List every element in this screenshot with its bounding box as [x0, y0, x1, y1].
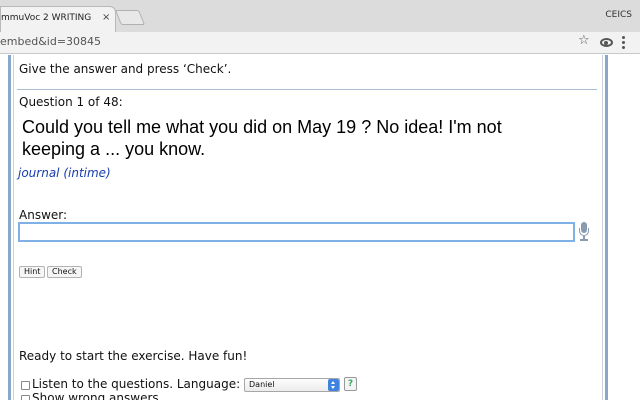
- tab-title: mmuVoc 2 WRITING: [1, 13, 92, 23]
- close-icon[interactable]: ×: [102, 12, 110, 23]
- separator: [17, 89, 597, 90]
- show-wrong-checkbox[interactable]: [21, 395, 30, 400]
- question-text: Could you tell me what you did on May 19…: [22, 117, 502, 159]
- menu-dots-icon[interactable]: [622, 36, 626, 51]
- listen-label: Listen to the questions. Language:: [32, 377, 241, 391]
- tab-strip: mmuVoc 2 WRITING × CEICS: [0, 0, 640, 32]
- status-text: Ready to start the exercise. Have fun!: [19, 349, 248, 363]
- browser-tab[interactable]: mmuVoc 2 WRITING ×: [0, 6, 116, 32]
- answer-input[interactable]: [18, 222, 575, 242]
- show-wrong-label: Show wrong answers: [32, 391, 159, 400]
- language-select[interactable]: Daniel: [244, 378, 340, 392]
- listen-checkbox[interactable]: [21, 381, 30, 390]
- frame-divider: [13, 55, 14, 400]
- help-icon[interactable]: ?: [344, 377, 357, 391]
- hint-text: journal (intime): [18, 166, 111, 180]
- eye-icon[interactable]: [600, 38, 613, 47]
- url-text[interactable]: embed&id=30845: [0, 35, 101, 48]
- new-tab-button[interactable]: [114, 10, 146, 25]
- answer-label: Answer:: [19, 208, 68, 222]
- bookmark-star-icon[interactable]: ☆: [578, 33, 590, 48]
- check-button[interactable]: Check: [47, 266, 82, 278]
- profile-name[interactable]: CEICS: [605, 10, 632, 20]
- select-arrows-icon[interactable]: [328, 379, 339, 391]
- question-counter: Question 1 of 48:: [19, 95, 123, 109]
- microphone-icon[interactable]: [578, 222, 590, 242]
- frame-divider: [602, 55, 603, 400]
- address-bar: embed&id=30845 ☆: [0, 32, 640, 54]
- instruction-text: Give the answer and press ‘Check’.: [19, 62, 232, 76]
- hint-button[interactable]: Hint: [19, 266, 46, 278]
